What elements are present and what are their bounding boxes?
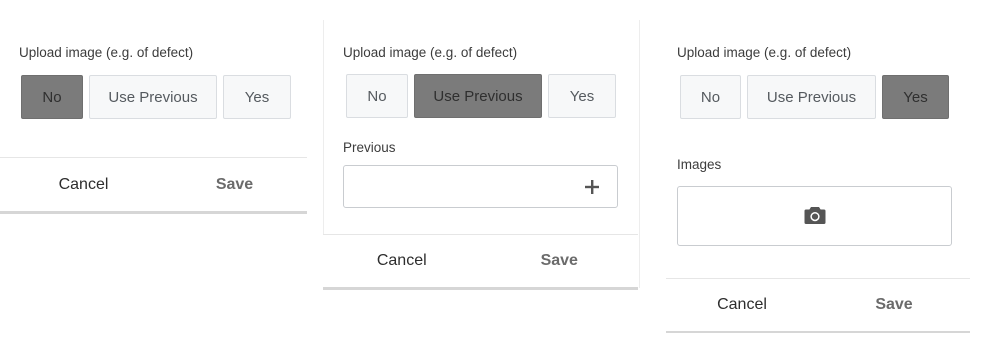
images-field[interactable] <box>677 186 952 246</box>
cancel-button[interactable]: Cancel <box>666 296 818 314</box>
footer-shadow <box>323 287 638 290</box>
previous-label: Previous <box>343 140 396 155</box>
upload-image-label: Upload image (e.g. of defect) <box>343 45 518 60</box>
previous-field[interactable] <box>343 165 618 208</box>
option-use-previous-button[interactable]: Use Previous <box>747 75 876 119</box>
dialog-footer: Cancel Save <box>323 235 638 287</box>
save-button[interactable]: Save <box>159 176 310 194</box>
option-use-previous-button[interactable]: Use Previous <box>414 74 542 118</box>
option-yes-button[interactable]: Yes <box>223 75 291 119</box>
option-yes-button[interactable]: Yes <box>882 75 949 119</box>
images-label: Images <box>677 157 722 172</box>
option-yes-button[interactable]: Yes <box>548 74 616 118</box>
save-button[interactable]: Save <box>481 252 639 270</box>
footer-shadow <box>0 211 307 214</box>
upload-image-label: Upload image (e.g. of defect) <box>677 45 852 60</box>
plus-icon[interactable] <box>584 179 600 195</box>
cancel-button[interactable]: Cancel <box>0 176 159 194</box>
save-button[interactable]: Save <box>818 296 970 314</box>
option-no-button[interactable]: No <box>346 74 408 118</box>
dialog-footer: Cancel Save <box>0 158 310 211</box>
option-no-button[interactable]: No <box>680 75 741 119</box>
upload-image-label: Upload image (e.g. of defect) <box>19 45 194 60</box>
cancel-button[interactable]: Cancel <box>323 252 481 270</box>
footer-shadow <box>666 331 970 333</box>
option-no-button[interactable]: No <box>21 75 83 119</box>
camera-icon[interactable] <box>804 206 826 225</box>
dialog-footer: Cancel Save <box>666 279 970 331</box>
option-use-previous-button[interactable]: Use Previous <box>89 75 217 119</box>
